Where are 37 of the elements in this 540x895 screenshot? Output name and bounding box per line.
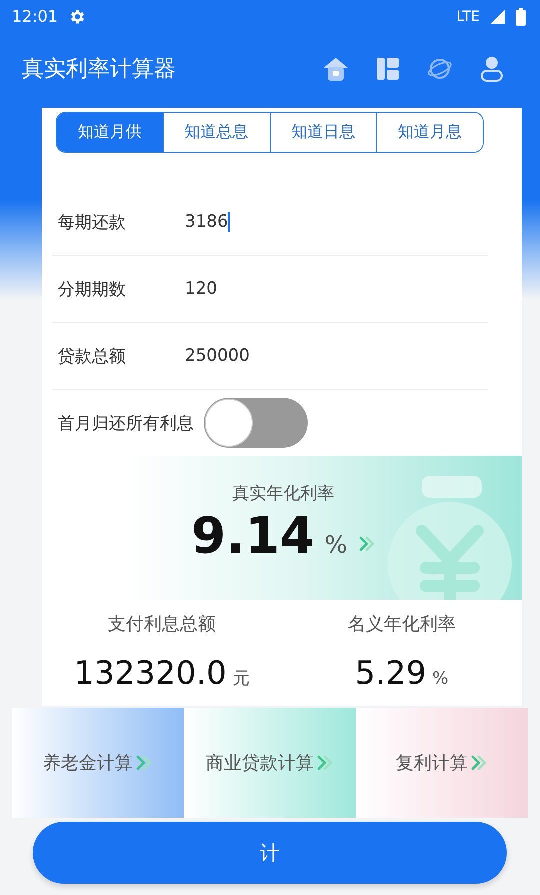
stat-label: 名义年化利率: [348, 613, 456, 636]
result-label: 真实年化利率: [232, 483, 334, 505]
app-title: 真实利率计算器: [22, 56, 177, 84]
network-label: LTE: [456, 8, 480, 24]
planet-icon[interactable]: [427, 56, 453, 82]
input-field[interactable]: 250000: [185, 346, 250, 366]
clock: 12:01: [12, 7, 58, 26]
stat-unit: 元: [232, 668, 250, 690]
shortcut-tile[interactable]: 复利计算: [356, 708, 528, 818]
tab[interactable]: 知道月息: [376, 113, 483, 152]
layout-icon[interactable]: [377, 58, 399, 80]
chevron-icon: [135, 754, 153, 772]
shortcut-tile[interactable]: 养老金计算: [12, 708, 184, 818]
battery-icon: [516, 8, 526, 26]
signal-icon: [490, 8, 506, 24]
chevron-icon: [358, 535, 376, 553]
field-label: 贷款总额: [57, 346, 127, 368]
stat-label: 支付利息总额: [108, 613, 216, 636]
chevron-icon: [470, 754, 488, 772]
tab[interactable]: 知道月供: [57, 113, 163, 152]
toggle-label: 首月归还所有利息: [57, 412, 194, 434]
tab[interactable]: 知道日息: [270, 113, 376, 152]
input-field[interactable]: 3186: [185, 212, 230, 232]
user-icon[interactable]: [481, 56, 503, 82]
input-field[interactable]: 120: [185, 279, 218, 299]
home-icon[interactable]: [322, 55, 350, 83]
result-value: 9.14: [191, 507, 315, 565]
field-label: 每期还款: [57, 212, 127, 234]
result-unit: %: [324, 531, 348, 559]
stat-value: 5.29: [355, 654, 427, 692]
stat-unit: %: [432, 669, 449, 689]
chevron-icon: [316, 754, 334, 772]
field-label: 分期期数: [57, 278, 127, 300]
shortcut-tile[interactable]: 商业贷款计算: [184, 708, 356, 818]
calculate-button[interactable]: 计: [33, 822, 507, 884]
toggle-switch[interactable]: [204, 398, 308, 448]
stat-value: 132320.0: [74, 654, 227, 692]
